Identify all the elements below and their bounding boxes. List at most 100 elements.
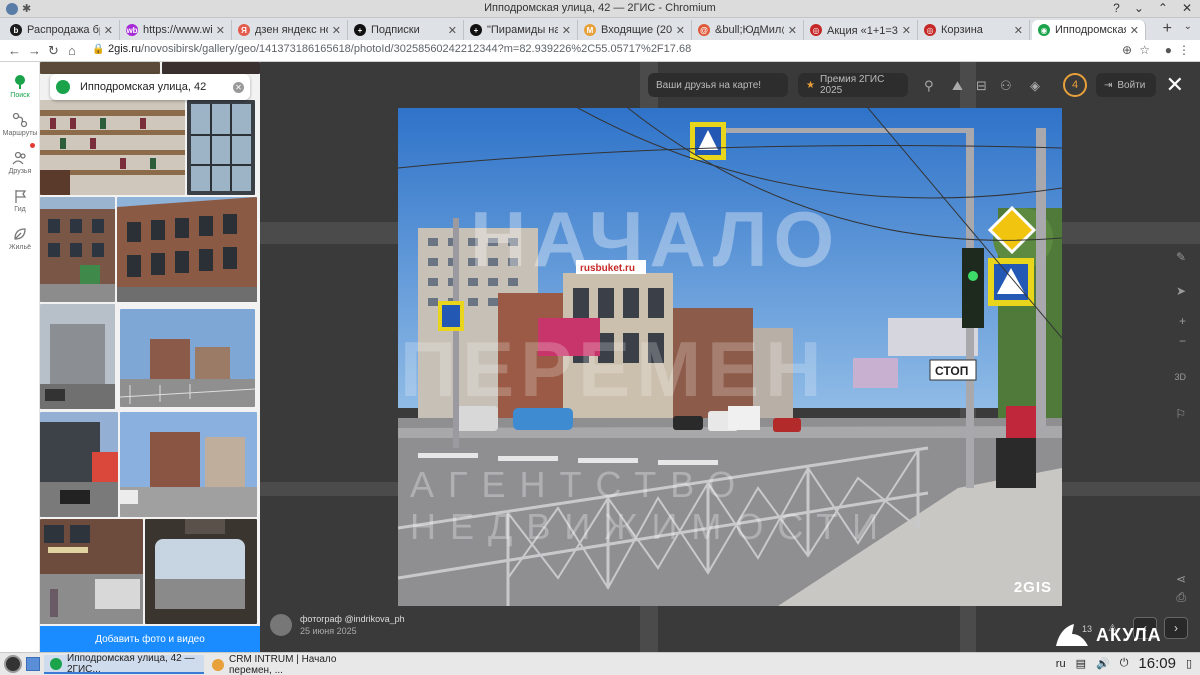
tab-4[interactable]: + "Пирамиды на дне✕ <box>464 20 578 40</box>
2gis-watermark: 2GIS <box>1013 579 1052 596</box>
friends-icon <box>12 151 26 165</box>
rail-housing[interactable]: Жильё <box>0 226 40 251</box>
window-title: Ипподромская улица, 42 — 2ГИС - Chromium <box>484 2 716 14</box>
gallery-thumb[interactable] <box>40 197 115 302</box>
left-rail: Поиск Маршруты Друзья Гид Жильё <box>0 62 40 652</box>
share-icon[interactable]: ⋖ <box>1176 572 1186 586</box>
url-input[interactable]: 2gis.ru/novosibirsk/gallery/geo/14137318… <box>108 43 691 55</box>
route-icon <box>12 112 28 128</box>
tab-close-icon[interactable]: ✕ <box>1130 24 1139 37</box>
mountain-icon[interactable]: ⛰ <box>952 78 963 94</box>
lock-icon[interactable]: 🔒 <box>92 44 104 55</box>
navigate-icon[interactable]: ➤ <box>1176 284 1186 298</box>
tab-1[interactable]: wb https://www.wildberries✕ <box>120 20 232 40</box>
tab-favicon-icon: Я <box>238 24 250 36</box>
desktop-icon[interactable] <box>26 657 40 671</box>
gallery-thumb[interactable] <box>40 519 143 624</box>
gallery-thumb[interactable] <box>40 304 115 409</box>
close-gallery-icon[interactable]: ✕ <box>1166 72 1184 98</box>
browser-menu-icon[interactable]: ⋮ <box>1178 43 1190 57</box>
zoom-icon[interactable]: ⊕ <box>1122 43 1132 57</box>
zoom-in-icon[interactable]: + <box>1179 314 1186 328</box>
rail-friends[interactable]: Друзья <box>0 150 40 175</box>
tab-5[interactable]: M Входящие (2002 не✕ <box>578 20 692 40</box>
home-icon[interactable]: ⌂ <box>68 43 76 58</box>
login-button[interactable]: ⇥ Войти <box>1096 73 1156 97</box>
photo-gallery-panel: Ипподромская улица, 42 ✕ Добавить фото и… <box>40 62 260 652</box>
clock[interactable]: 16:09 <box>1138 655 1176 672</box>
power-icon[interactable]: ⏻ <box>1120 657 1129 670</box>
location-pin-icon <box>56 80 70 94</box>
profile-icon[interactable]: ● <box>1165 43 1172 57</box>
reload-icon[interactable]: ↻ <box>48 43 59 59</box>
minimize-icon[interactable]: ⌄ <box>1134 1 1144 15</box>
bookmark-star-icon[interactable]: ☆ <box>1139 43 1150 57</box>
maximize-icon[interactable]: ⌃ <box>1158 1 1168 15</box>
volume-icon[interactable]: 🔊 <box>1096 657 1110 670</box>
zoom-out-icon[interactable]: − <box>1179 334 1186 348</box>
gallery-thumb[interactable] <box>40 100 185 195</box>
gallery-thumb[interactable] <box>117 197 257 302</box>
forward-icon[interactable]: → <box>28 43 41 58</box>
chromium-icon <box>212 658 224 671</box>
gallery-thumb[interactable] <box>145 519 257 624</box>
print-icon[interactable]: ⎙ <box>1176 590 1186 605</box>
notifications-badge[interactable]: 4 <box>1063 73 1087 97</box>
search-input[interactable]: Ипподромская улица, 42 ✕ <box>50 74 250 100</box>
tab-close-icon[interactable]: ✕ <box>332 24 341 37</box>
rail-search[interactable]: Поиск <box>0 74 40 99</box>
taskbar-item-crm[interactable]: CRM INTRUM | Начало перемен, ... <box>206 654 372 675</box>
tab-close-icon[interactable]: ✕ <box>1014 24 1023 37</box>
add-photo-button[interactable]: Добавить фото и видео <box>40 626 260 652</box>
3d-toggle[interactable]: 3D <box>1174 372 1186 382</box>
gallery-thumb[interactable] <box>120 412 257 517</box>
author-avatar[interactable] <box>270 614 292 636</box>
tab-active[interactable]: ◉ Ипподромская ул✕ <box>1032 20 1146 40</box>
compass-icon[interactable]: ⚐ <box>1175 407 1186 421</box>
gallery-thumb[interactable] <box>120 309 255 407</box>
clear-search-icon[interactable]: ✕ <box>233 81 244 93</box>
network-icon[interactable]: ▤ <box>1076 657 1086 670</box>
tab-close-icon[interactable]: ✕ <box>448 24 457 37</box>
transport-icon[interactable]: ⊟ <box>976 78 987 94</box>
tab-8[interactable]: ◎ Корзина ✕ <box>918 20 1030 40</box>
attraction-icon[interactable]: ⚲ <box>924 78 934 94</box>
gallery-thumb[interactable] <box>40 412 118 517</box>
tab-2[interactable]: Я дзен яндекс новости✕ <box>232 20 348 40</box>
tab-close-icon[interactable]: ✕ <box>676 24 685 37</box>
tab-6[interactable]: @ &bull;ЮдМил@&bull;✕ <box>692 20 804 40</box>
show-desktop-icon[interactable]: ▯ <box>1186 657 1192 670</box>
taskbar-item-2gis[interactable]: Ипподромская улица, 42 — 2ГИС... <box>44 653 204 675</box>
tab-favicon-icon: @ <box>698 24 710 36</box>
rail-routes[interactable]: Маршруты <box>0 112 40 137</box>
tab-close-icon[interactable]: ✕ <box>902 24 911 37</box>
tab-3[interactable]: + Подписки ✕ <box>348 20 464 40</box>
gallery-thumb[interactable] <box>162 62 260 74</box>
window-titlebar: ✱ Ипподромская улица, 42 — 2ГИС - Chromi… <box>0 0 1200 18</box>
tab-close-icon[interactable]: ✕ <box>216 24 225 37</box>
tab-favicon-icon: wb <box>126 24 138 36</box>
help-icon[interactable]: ? <box>1113 1 1120 15</box>
layers-icon[interactable]: ◈ <box>1030 78 1040 94</box>
people-icon[interactable]: ⚇ <box>1000 78 1012 94</box>
stop-sign-text: СТОП <box>935 364 968 378</box>
friends-on-map-button[interactable]: Ваши друзья на карте! <box>648 73 788 97</box>
start-menu-icon[interactable] <box>4 655 22 673</box>
award-button[interactable]: ★ Премия 2ГИС 2025 <box>798 73 908 97</box>
language-indicator[interactable]: ru <box>1056 658 1066 670</box>
close-window-icon[interactable]: ✕ <box>1182 1 1192 15</box>
next-photo-button[interactable]: › <box>1164 617 1188 639</box>
back-icon[interactable]: ← <box>8 43 21 58</box>
tab-list-icon[interactable]: ⌄ <box>1184 21 1192 32</box>
new-tab-button[interactable]: + <box>1163 20 1172 38</box>
ruler-icon[interactable]: ✎ <box>1176 250 1186 264</box>
tab-close-icon[interactable]: ✕ <box>788 24 797 37</box>
tab-close-icon[interactable]: ✕ <box>104 24 113 37</box>
gallery-thumb[interactable] <box>187 100 255 195</box>
tab-close-icon[interactable]: ✕ <box>562 24 571 37</box>
rail-guide[interactable]: Гид <box>0 188 40 213</box>
gallery-thumb[interactable] <box>40 62 160 74</box>
tab-7[interactable]: ◎ Акция «1+1=3» 🎁✕ <box>804 20 918 40</box>
author-name[interactable]: фотограф @indrikova_ph <box>300 614 405 624</box>
tab-0[interactable]: b Распродажа брендов✕ <box>4 20 120 40</box>
